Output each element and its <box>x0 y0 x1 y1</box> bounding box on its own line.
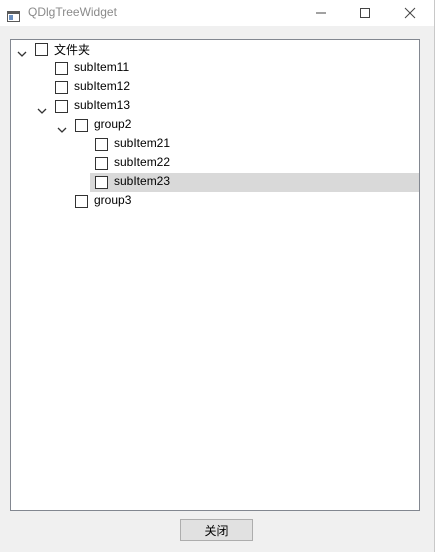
app-icon <box>7 7 20 22</box>
checkbox[interactable] <box>95 138 108 151</box>
chevron-down-icon[interactable] <box>37 101 47 114</box>
tree-widget[interactable]: 文件夹 subItem11 subItem12 subItem13 group2… <box>10 39 420 511</box>
tree-item-subitem13[interactable]: subItem13 <box>12 97 418 116</box>
checkbox[interactable] <box>95 157 108 170</box>
tree-item-label: 文件夹 <box>54 43 91 57</box>
tree-item-subitem21[interactable]: subItem21 <box>12 135 418 154</box>
checkbox[interactable] <box>75 119 88 132</box>
tree-item-label: subItem13 <box>74 98 131 112</box>
title-bar[interactable]: QDlgTreeWidget <box>0 0 435 26</box>
tree-item-label: subItem12 <box>74 79 131 93</box>
tree-item-group2[interactable]: group2 <box>12 116 418 135</box>
maximize-icon <box>359 7 371 19</box>
window-title: QDlgTreeWidget <box>28 5 117 19</box>
tree-item-subitem11[interactable]: subItem11 <box>12 59 418 78</box>
checkbox[interactable] <box>35 43 48 56</box>
tree-item-label: subItem11 <box>74 60 130 74</box>
chevron-down-icon[interactable] <box>57 120 67 133</box>
tree-item-folder[interactable]: 文件夹 <box>12 40 418 59</box>
tree-item-subitem12[interactable]: subItem12 <box>12 78 418 97</box>
close-button[interactable]: 关闭 <box>180 519 253 541</box>
minimize-icon <box>315 7 327 19</box>
checkbox[interactable] <box>55 81 68 94</box>
checkbox[interactable] <box>75 195 88 208</box>
checkbox[interactable] <box>55 62 68 75</box>
tree-item-subitem23[interactable]: subItem23 <box>90 173 419 192</box>
tree-item-label: group3 <box>94 193 132 207</box>
close-icon <box>404 7 416 19</box>
tree-item-subitem22[interactable]: subItem22 <box>12 154 418 173</box>
tree-item-label: subItem21 <box>114 136 171 150</box>
minimize-button[interactable] <box>298 0 343 26</box>
tree-item-label: subItem22 <box>114 155 171 169</box>
tree-item-group3[interactable]: group3 <box>12 192 418 211</box>
close-window-button[interactable] <box>387 0 432 26</box>
tree-item-label: subItem23 <box>114 174 171 188</box>
maximize-button[interactable] <box>342 0 387 26</box>
chevron-down-icon[interactable] <box>17 44 27 57</box>
tree-item-label: group2 <box>94 117 132 131</box>
checkbox[interactable] <box>55 100 68 113</box>
checkbox[interactable] <box>95 176 108 189</box>
